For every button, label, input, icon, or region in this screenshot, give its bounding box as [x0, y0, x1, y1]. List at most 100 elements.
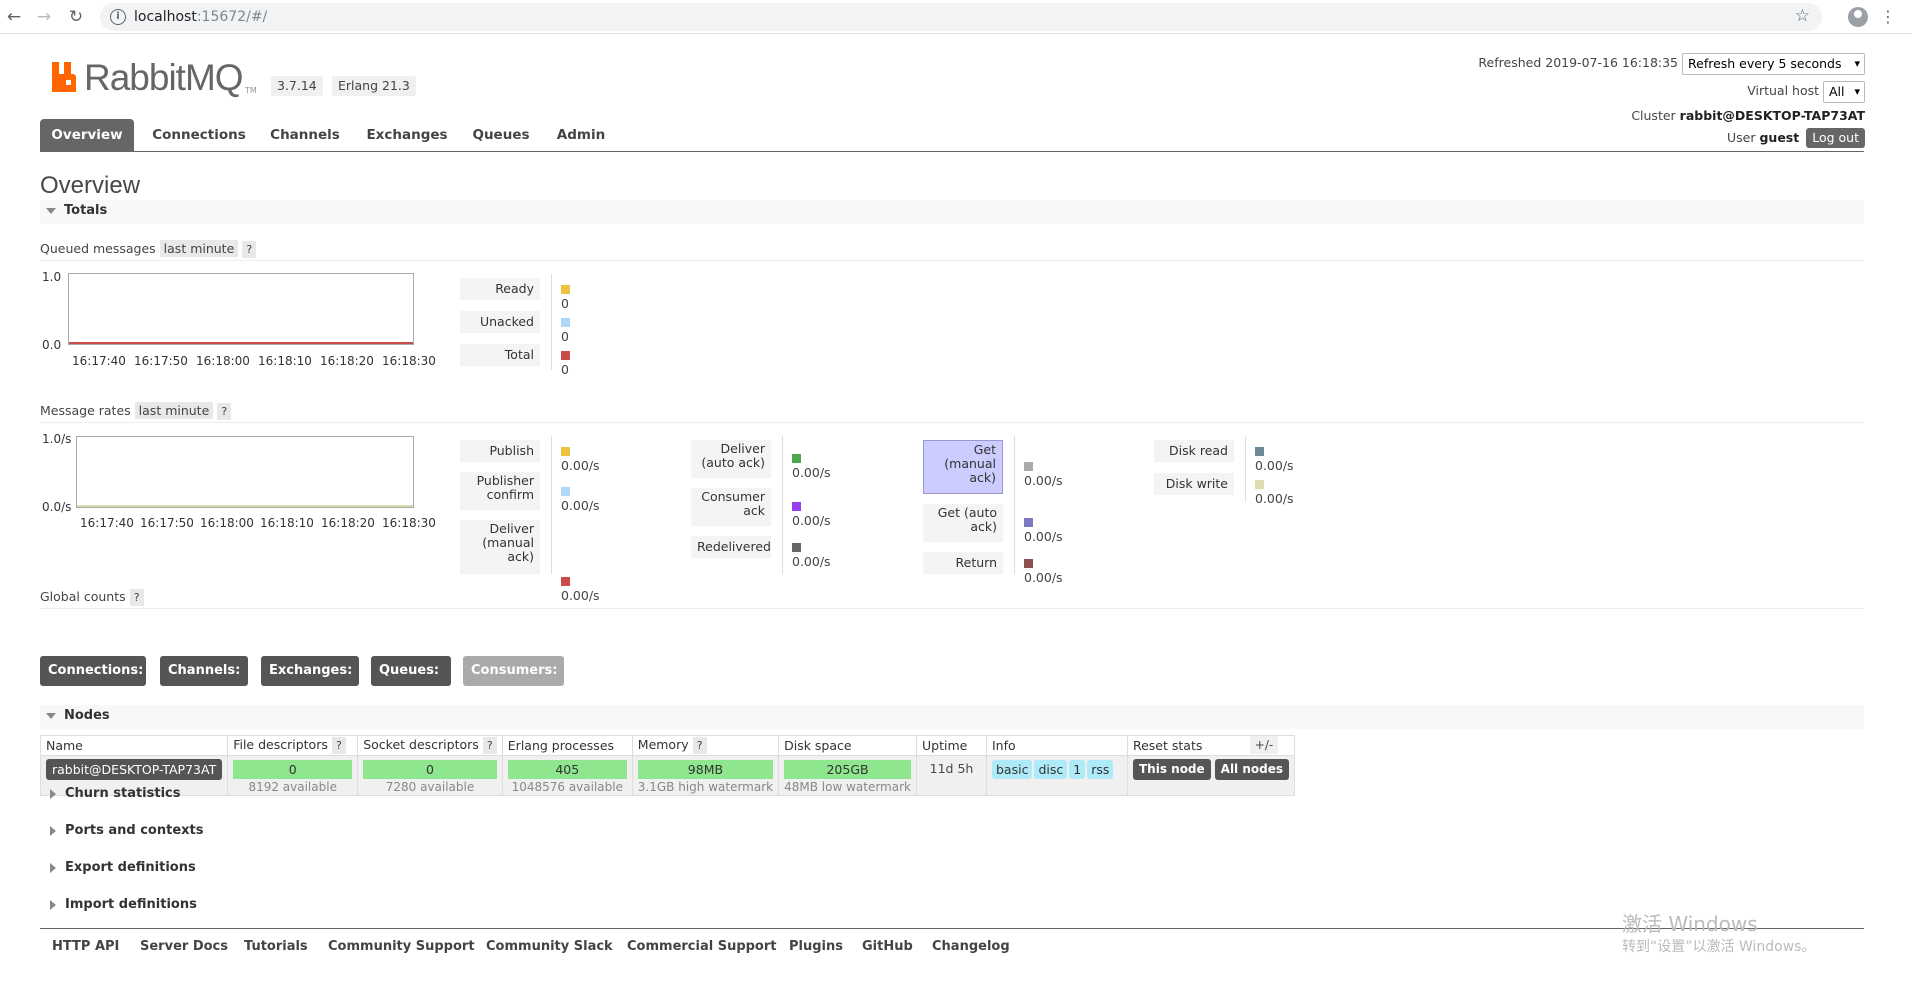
- x-tick-label: 16:17:50: [140, 516, 194, 530]
- ready-value: 0: [561, 296, 569, 311]
- consumers-count-button[interactable]: Consumers: 0: [463, 656, 564, 708]
- footer-link-tutorials[interactable]: Tutorials: [244, 939, 308, 954]
- forward-arrow-icon[interactable]: →: [32, 5, 56, 29]
- rates-range-select[interactable]: last minute: [134, 402, 214, 419]
- table-row: rabbit@DESKTOP-TAP73AT 0 8192 available 0…: [39, 755, 1296, 796]
- redelivered-swatch: [792, 543, 801, 552]
- legend-return-label: Return: [923, 552, 1003, 574]
- tab-queues[interactable]: Queues: [468, 119, 534, 152]
- legend-total-label: Total: [460, 344, 540, 366]
- message-rates-header: Message rates last minute?: [40, 401, 1864, 423]
- tab-exchanges[interactable]: Exchanges: [362, 119, 452, 152]
- legend-ready-value: 0: [561, 283, 576, 311]
- queues-count-button[interactable]: Queues: 0: [371, 656, 451, 708]
- disk-space-cell: 205GB 48MB low watermark: [778, 755, 917, 796]
- queued-range-select[interactable]: last minute: [159, 240, 239, 257]
- legend-disk-read-value: 0.00/s: [1255, 445, 1294, 473]
- erlang-version-badge: Erlang 21.3: [332, 76, 416, 96]
- rates-help-button[interactable]: ?: [217, 403, 232, 420]
- help-button[interactable]: ?: [482, 737, 497, 754]
- footer-link-github[interactable]: GitHub: [862, 939, 913, 954]
- legend-publish-label: Publish: [460, 440, 540, 462]
- bookmark-star-icon[interactable]: ☆: [1795, 6, 1810, 26]
- reset-all-nodes-button[interactable]: All nodes: [1214, 759, 1290, 780]
- socket-descriptors-bar: 0: [363, 760, 497, 779]
- queued-messages-header: Queued messages last minute?: [40, 239, 1864, 261]
- node-name-link[interactable]: rabbit@DESKTOP-TAP73AT: [46, 759, 223, 780]
- legend-publish-value: 0.00/s: [561, 445, 600, 473]
- rabbit-logo-icon: [52, 62, 76, 92]
- nodes-table: Name File descriptors? Socket descriptor…: [39, 735, 1296, 796]
- global-counts-help-button[interactable]: ?: [129, 589, 144, 606]
- consumer-ack-swatch: [792, 502, 801, 511]
- totals-section-toggle[interactable]: Totals: [40, 200, 1864, 224]
- help-button[interactable]: ?: [692, 737, 707, 754]
- columns-toggle-button[interactable]: +/-: [1250, 736, 1278, 754]
- column-header-socket-descriptors: Socket descriptors?: [357, 735, 503, 756]
- import-definitions-toggle[interactable]: Import definitions: [40, 894, 197, 916]
- column-name: Reset stats: [1132, 738, 1203, 753]
- x-tick-label: 16:18:30: [382, 354, 436, 368]
- rate-series-line: [77, 505, 413, 507]
- profile-avatar-icon[interactable]: [1848, 7, 1868, 27]
- reset-stats-cell: This node All nodes: [1126, 755, 1296, 796]
- vhost-select[interactable]: All: [1823, 80, 1865, 103]
- address-bar[interactable]: i localhost:15672/#/ ☆: [100, 3, 1822, 31]
- info-icon[interactable]: i: [110, 9, 126, 25]
- legend-unacked-value: 0: [561, 316, 576, 344]
- exchanges-count-button[interactable]: Exchanges: 8: [261, 656, 359, 708]
- disk-watermark: 48MB low watermark: [784, 780, 911, 794]
- export-definitions-toggle[interactable]: Export definitions: [40, 857, 196, 879]
- footer-link-server-docs[interactable]: Server Docs: [140, 939, 228, 954]
- version-badge: 3.7.14: [271, 76, 323, 96]
- main-tabs: Overview Connections Channels Exchanges …: [40, 119, 1864, 152]
- file-descriptors-available: 8192 available: [248, 780, 337, 794]
- tab-connections[interactable]: Connections: [148, 119, 250, 152]
- legend-deliver-manual-label: Deliver (manual ack): [460, 520, 540, 574]
- publish-value: 0.00/s: [561, 458, 600, 473]
- erlang-processes-bar: 405: [507, 760, 627, 779]
- unacked-swatch: [561, 318, 570, 327]
- refresh-interval-select[interactable]: Refresh every 5 seconds: [1682, 52, 1865, 75]
- redelivered-value: 0.00/s: [792, 554, 831, 569]
- nodes-section-toggle[interactable]: Nodes: [40, 705, 1864, 729]
- memory-bar: 98MB: [637, 760, 774, 779]
- help-button[interactable]: ?: [331, 737, 346, 754]
- tab-admin[interactable]: Admin: [550, 119, 612, 152]
- info-tag-count: 1: [1069, 760, 1086, 779]
- refreshed-time: 2019-07-16 16:18:35: [1545, 55, 1679, 70]
- legend-redelivered-label: Redelivered: [691, 536, 771, 558]
- queued-messages-label: Queued messages: [40, 241, 156, 256]
- channels-count-button[interactable]: Channels: 0: [160, 656, 248, 708]
- get-auto-swatch: [1024, 518, 1033, 527]
- browser-menu-icon[interactable]: ⋮: [1880, 6, 1896, 28]
- connections-count-button[interactable]: Connections: 0: [40, 656, 146, 708]
- legend-divider: [551, 274, 552, 370]
- footer-link-changelog[interactable]: Changelog: [932, 939, 1010, 954]
- ports-contexts-toggle[interactable]: Ports and contexts: [40, 820, 203, 842]
- footer-link-plugins[interactable]: Plugins: [789, 939, 843, 954]
- churn-statistics-toggle[interactable]: Churn statistics: [40, 783, 181, 805]
- footer-link-http-api[interactable]: HTTP API: [52, 939, 119, 954]
- windows-activation-watermark: 激活 Windows: [1622, 912, 1758, 936]
- footer-link-community-support[interactable]: Community Support: [328, 939, 475, 954]
- queued-help-button[interactable]: ?: [242, 241, 257, 258]
- legend-publisher-confirm-label: Publisher confirm: [460, 472, 540, 510]
- publisher-confirm-swatch: [561, 487, 570, 496]
- disk-read-swatch: [1255, 447, 1264, 456]
- legend-get-auto-value: 0.00/s: [1024, 516, 1063, 544]
- legend-disk-write-value: 0.00/s: [1255, 478, 1294, 506]
- tab-overview[interactable]: Overview: [40, 119, 134, 152]
- chart-plot-area: [68, 273, 414, 345]
- footer-link-community-slack[interactable]: Community Slack: [486, 939, 613, 954]
- tab-channels[interactable]: Channels: [264, 119, 346, 152]
- get-manual-swatch: [1024, 462, 1033, 471]
- disk-space-bar: 205GB: [784, 760, 911, 779]
- y-axis-max-label: 1.0/s: [42, 432, 72, 446]
- publish-swatch: [561, 447, 570, 456]
- back-arrow-icon[interactable]: ←: [2, 5, 26, 29]
- x-tick-label: 16:17:40: [72, 354, 126, 368]
- reset-this-node-button[interactable]: This node: [1132, 759, 1211, 780]
- footer-link-commercial-support[interactable]: Commercial Support: [627, 939, 777, 954]
- reload-icon[interactable]: ↻: [64, 5, 88, 29]
